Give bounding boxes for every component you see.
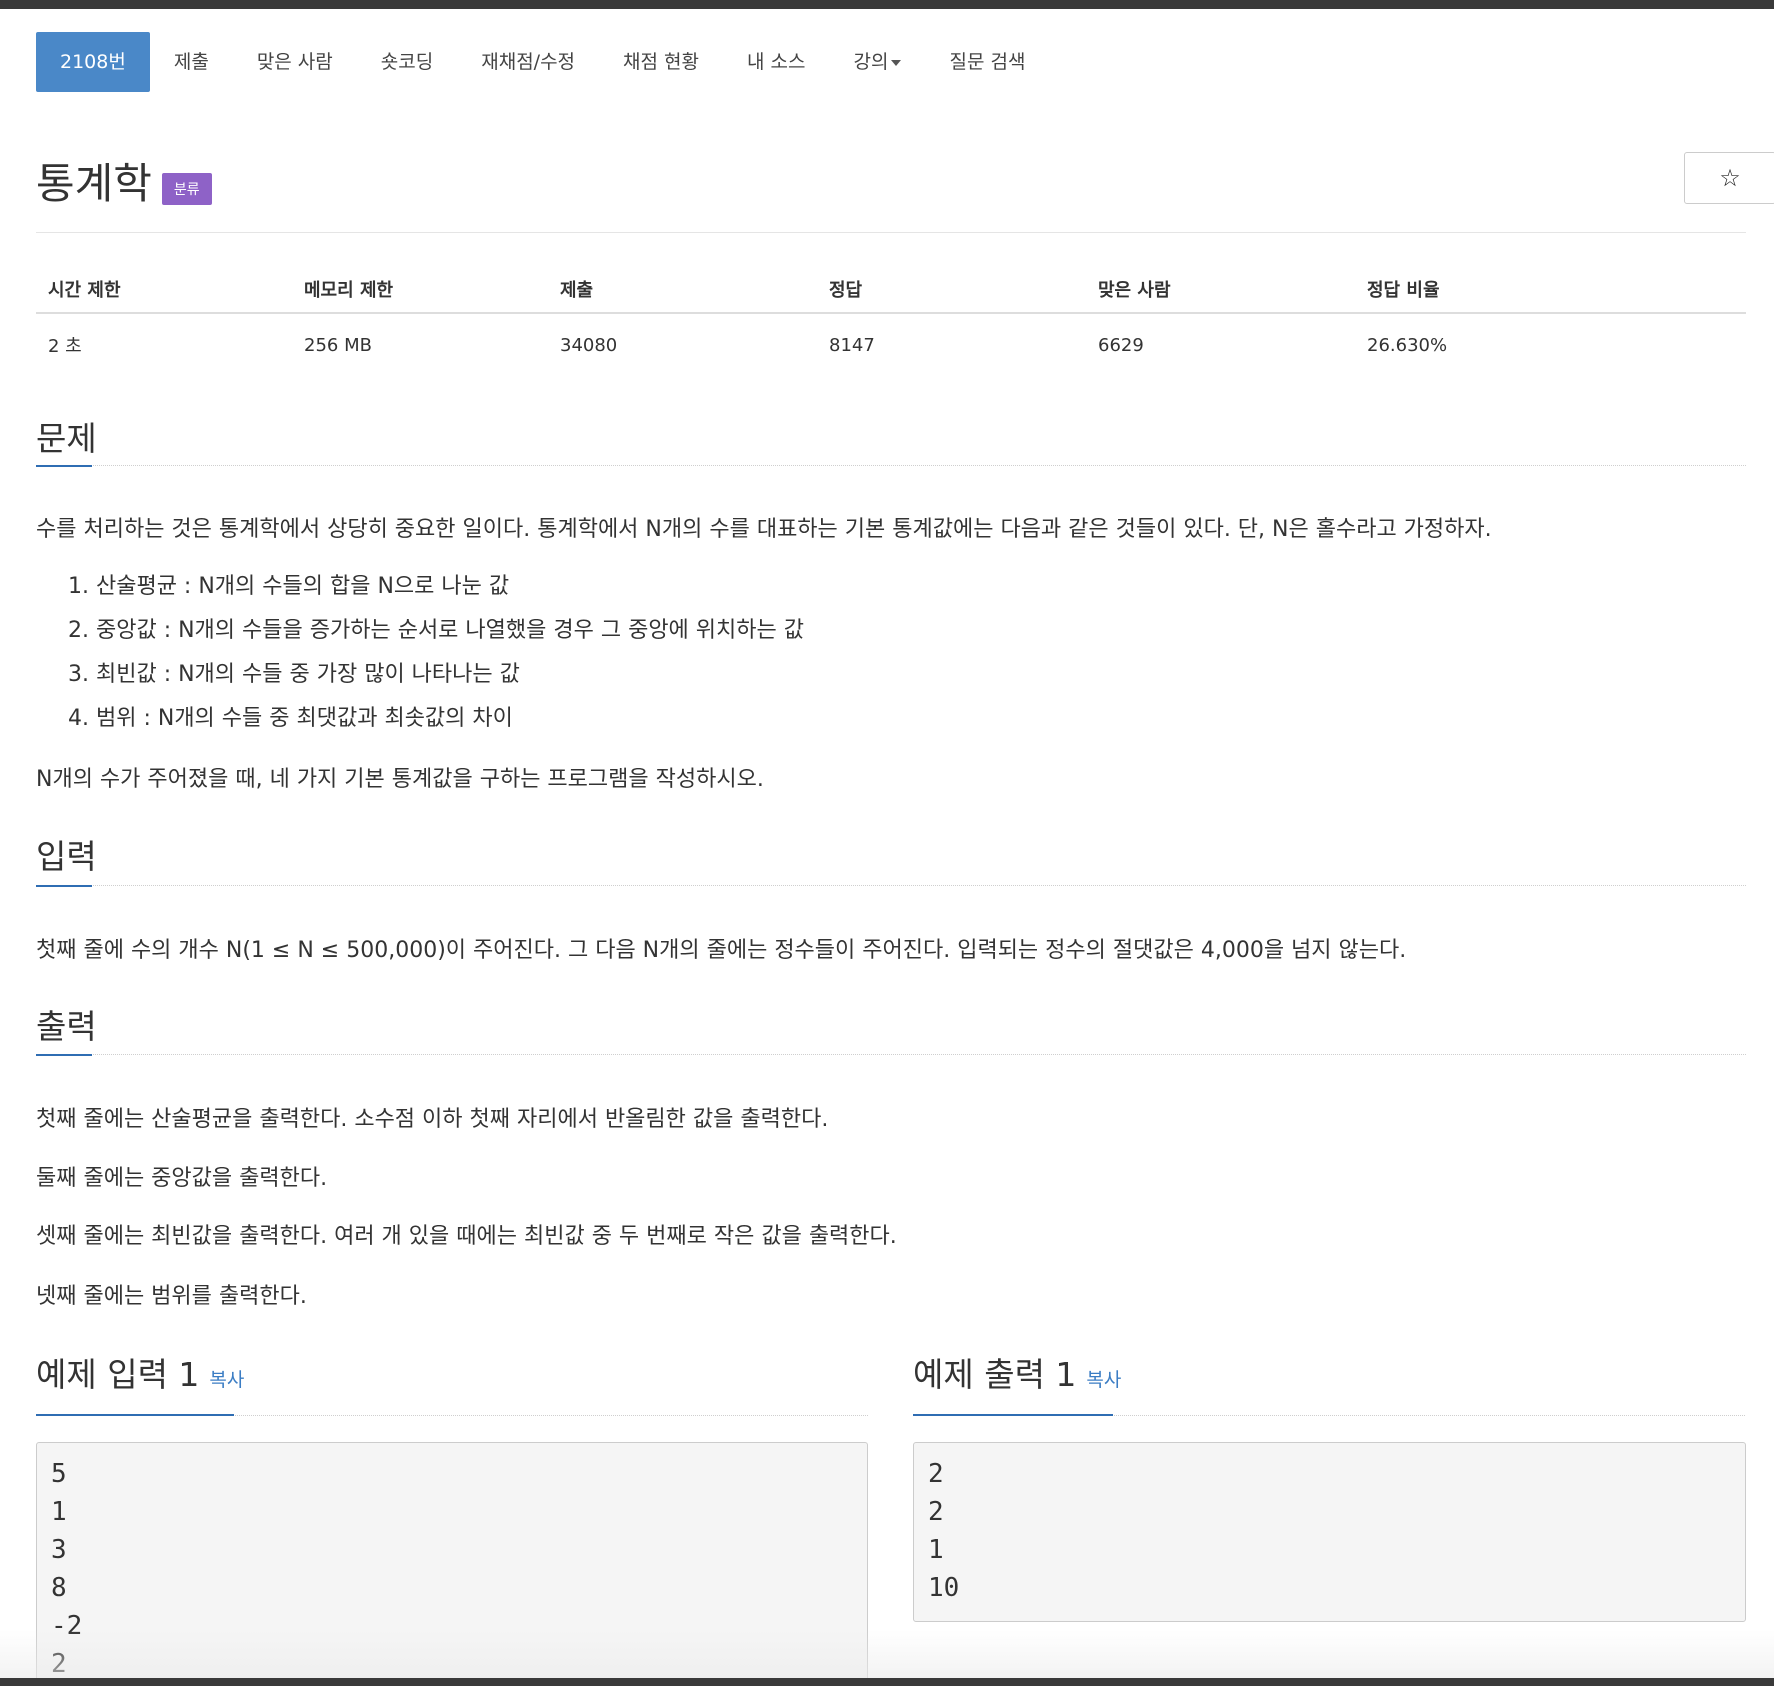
sample-input-line: 5 xyxy=(51,1459,67,1489)
sample-input-heading: 예제 입력 1 xyxy=(36,1355,200,1394)
tab-solved-users[interactable]: 맞은 사람 xyxy=(233,32,357,92)
sample-output-header: 예제 출력 1 복사 xyxy=(913,1348,1745,1418)
list-item: 2. 중앙값 : N개의 수들을 증가하는 순서로 나열했을 경우 그 중앙에 … xyxy=(68,618,804,643)
output-line: 셋째 줄에는 최빈값을 출력한다. 여러 개 있을 때에는 최빈값 중 두 번째… xyxy=(36,1224,897,1249)
divider xyxy=(36,465,1746,466)
input-description: 첫째 줄에 수의 개수 N(1 ≤ N ≤ 500,000)이 주어진다. 그 … xyxy=(36,938,1407,963)
sample-input-line: 8 xyxy=(51,1573,67,1603)
heading-underline xyxy=(36,1414,234,1416)
memory-limit-value: 256 MB xyxy=(304,334,372,356)
header-memory-limit: 메모리 제한 xyxy=(292,268,548,314)
sample-input-header: 예제 입력 1 복사 xyxy=(36,1348,868,1418)
accepted-value: 8147 xyxy=(829,334,875,356)
favorite-star-button[interactable]: ☆ xyxy=(1684,152,1774,204)
copy-sample-output-link[interactable]: 복사 xyxy=(1086,1369,1121,1391)
sample-output-box[interactable]: 2 2 1 10 xyxy=(913,1442,1746,1622)
category-badge[interactable]: 분류 xyxy=(161,172,212,205)
sample-output-line: 10 xyxy=(928,1573,960,1603)
copy-sample-input-link[interactable]: 복사 xyxy=(209,1369,244,1391)
output-section-header: 출력 xyxy=(36,1000,1746,1060)
header-accepted: 정답 xyxy=(817,268,1086,314)
description-intro: 수를 처리하는 것은 통계학에서 상당히 중요한 일이다. 통계학에서 N개의 … xyxy=(36,517,1492,542)
list-item: 4. 범위 : N개의 수들 중 최댓값과 최솟값의 차이 xyxy=(68,706,513,731)
accept-ratio-value: 26.630% xyxy=(1367,334,1448,356)
sample-input-box[interactable]: 5 1 3 8 -2 2 xyxy=(36,1442,868,1686)
sample-output-line: 2 xyxy=(928,1497,944,1527)
table-row: 2 초 256 MB 34080 8147 6629 26.630% xyxy=(36,313,1746,370)
description-heading: 문제 xyxy=(36,419,97,458)
header-submissions: 제출 xyxy=(548,268,817,314)
problem-nav: 2108번 제출 맞은 사람 숏코딩 재채점/수정 채점 현황 내 소스 강의 … xyxy=(36,32,1049,92)
page-title: 통계학 xyxy=(36,159,152,208)
sample-output-line: 1 xyxy=(928,1535,944,1565)
tab-rejudge[interactable]: 재채점/수정 xyxy=(457,32,599,92)
header-time-limit: 시간 제한 xyxy=(36,268,292,314)
sample-output-heading: 예제 출력 1 xyxy=(913,1355,1077,1394)
header-solved-users: 맞은 사람 xyxy=(1086,268,1355,314)
output-heading: 출력 xyxy=(36,1007,97,1046)
tab-lecture-label: 강의 xyxy=(853,51,889,73)
input-heading: 입력 xyxy=(36,837,97,876)
header-accept-ratio: 정답 비율 xyxy=(1355,268,1746,314)
tab-lecture-dropdown[interactable]: 강의 xyxy=(830,32,926,92)
window-bottom-bar xyxy=(0,1678,1774,1686)
divider xyxy=(36,885,1746,886)
divider xyxy=(36,232,1746,233)
sample-input-line: -2 xyxy=(51,1611,83,1641)
sample-input-line: 3 xyxy=(51,1535,67,1565)
heading-underline xyxy=(36,465,92,467)
output-line: 넷째 줄에는 범위를 출력한다. xyxy=(36,1284,307,1309)
output-line: 둘째 줄에는 중앙값을 출력한다. xyxy=(36,1166,328,1191)
table-header-row: 시간 제한 메모리 제한 제출 정답 맞은 사람 정답 비율 xyxy=(36,268,1746,314)
submissions-value: 34080 xyxy=(560,334,618,356)
problem-info-table: 시간 제한 메모리 제한 제출 정답 맞은 사람 정답 비율 2 초 256 M… xyxy=(36,268,1746,370)
heading-underline xyxy=(913,1414,1113,1416)
sample-output-line: 2 xyxy=(928,1459,944,1489)
tab-question-search[interactable]: 질문 검색 xyxy=(925,32,1049,92)
list-item: 3. 최빈값 : N개의 수들 중 가장 많이 나타나는 값 xyxy=(68,662,520,687)
solved-users-value: 6629 xyxy=(1098,334,1144,356)
tab-short-coding[interactable]: 숏코딩 xyxy=(357,32,457,92)
output-line: 첫째 줄에는 산술평균을 출력한다. 소수점 이하 첫째 자리에서 반올림한 값… xyxy=(36,1107,829,1132)
caret-down-icon xyxy=(891,59,902,66)
tab-my-source[interactable]: 내 소스 xyxy=(723,32,829,92)
tab-problem-number[interactable]: 2108번 xyxy=(36,32,150,92)
window-top-bar xyxy=(0,0,1774,9)
star-icon: ☆ xyxy=(1719,164,1741,192)
tab-submit[interactable]: 제출 xyxy=(150,32,233,92)
divider xyxy=(36,1054,1746,1055)
time-limit-value: 2 초 xyxy=(48,336,82,357)
heading-underline xyxy=(36,885,92,887)
statistics-list: 1. 산술평균 : N개의 수들의 합을 N으로 나눈 값 2. 중앙값 : N… xyxy=(68,568,804,744)
sample-input-line: 1 xyxy=(51,1497,67,1527)
description-outro: N개의 수가 주어졌을 때, 네 가지 기본 통계값을 구하는 프로그램을 작성… xyxy=(36,767,764,792)
tab-status[interactable]: 채점 현황 xyxy=(599,32,723,92)
heading-underline xyxy=(36,1054,92,1056)
list-item: 1. 산술평균 : N개의 수들의 합을 N으로 나눈 값 xyxy=(68,574,510,599)
problem-title-row: 통계학 분류 xyxy=(36,150,212,211)
input-section-header: 입력 xyxy=(36,830,1746,890)
description-section-header: 문제 xyxy=(36,412,1746,472)
